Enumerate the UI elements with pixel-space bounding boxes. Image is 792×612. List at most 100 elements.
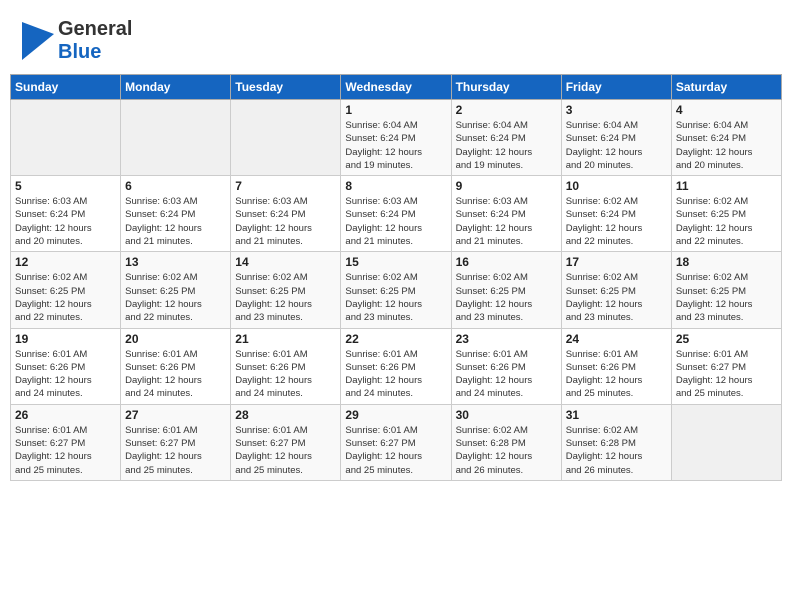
day-number: 28 — [235, 408, 336, 422]
day-info: Sunrise: 6:04 AM Sunset: 6:24 PM Dayligh… — [566, 119, 667, 172]
day-info: Sunrise: 6:02 AM Sunset: 6:25 PM Dayligh… — [456, 271, 557, 324]
day-info: Sunrise: 6:01 AM Sunset: 6:27 PM Dayligh… — [125, 424, 226, 477]
day-info: Sunrise: 6:04 AM Sunset: 6:24 PM Dayligh… — [456, 119, 557, 172]
calendar-cell: 11 Sunrise: 6:02 AM Sunset: 6:25 PM Dayli… — [671, 176, 781, 252]
calendar-cell: 26Sunrise: 6:01 AM Sunset: 6:27 PM Dayli… — [11, 404, 121, 480]
calendar-cell — [671, 404, 781, 480]
day-info: Sunrise: 6:04 AM Sunset: 6:24 PM Dayligh… — [345, 119, 446, 172]
day-info: Sunrise: 6:02 AM Sunset: 6:24 PM Dayligh… — [566, 195, 667, 248]
calendar-cell: 4 Sunrise: 6:04 AM Sunset: 6:24 PM Daylig… — [671, 100, 781, 176]
calendar-header-row: SundayMondayTuesdayWednesdayThursdayFrid… — [11, 75, 782, 100]
day-number: 22 — [345, 332, 446, 346]
day-info: Sunrise: 6:03 AM Sunset: 6:24 PM Dayligh… — [235, 195, 336, 248]
day-header-monday: Monday — [121, 75, 231, 100]
day-info: Sunrise: 6:02 AM Sunset: 6:28 PM Dayligh… — [456, 424, 557, 477]
day-info: Sunrise: 6:01 AM Sunset: 6:27 PM Dayligh… — [15, 424, 116, 477]
calendar-cell: 19 Sunrise: 6:01 AM Sunset: 6:26 PM Dayli… — [11, 328, 121, 404]
day-info: Sunrise: 6:01 AM Sunset: 6:26 PM Dayligh… — [456, 348, 557, 401]
calendar-week-1: 1 Sunrise: 6:04 AM Sunset: 6:24 PM Daylig… — [11, 100, 782, 176]
day-info: Sunrise: 6:01 AM Sunset: 6:27 PM Dayligh… — [235, 424, 336, 477]
day-number: 3 — [566, 103, 667, 117]
day-number: 29 — [345, 408, 446, 422]
day-number: 9 — [456, 179, 557, 193]
calendar-cell: 2Sunrise: 6:04 AM Sunset: 6:24 PM Daylig… — [451, 100, 561, 176]
logo: GeneralBlue — [22, 18, 132, 64]
calendar-cell: 16Sunrise: 6:02 AM Sunset: 6:25 PM Dayli… — [451, 252, 561, 328]
day-info: Sunrise: 6:02 AM Sunset: 6:25 PM Dayligh… — [15, 271, 116, 324]
day-header-sunday: Sunday — [11, 75, 121, 100]
day-info: Sunrise: 6:03 AM Sunset: 6:24 PM Dayligh… — [125, 195, 226, 248]
day-number: 12 — [15, 255, 116, 269]
day-number: 20 — [125, 332, 226, 346]
day-info: Sunrise: 6:02 AM Sunset: 6:25 PM Dayligh… — [345, 271, 446, 324]
logo-icon — [22, 22, 54, 60]
day-number: 8 — [345, 179, 446, 193]
day-number: 30 — [456, 408, 557, 422]
logo-general: General — [58, 18, 132, 41]
calendar-week-3: 12 Sunrise: 6:02 AM Sunset: 6:25 PM Dayli… — [11, 252, 782, 328]
calendar-cell: 21 Sunrise: 6:01 AM Sunset: 6:26 PM Dayli… — [231, 328, 341, 404]
day-number: 19 — [15, 332, 116, 346]
day-number: 4 — [676, 103, 777, 117]
calendar-cell: 30 Sunrise: 6:02 AM Sunset: 6:28 PM Dayli… — [451, 404, 561, 480]
calendar-cell: 7 Sunrise: 6:03 AM Sunset: 6:24 PM Daylig… — [231, 176, 341, 252]
day-info: Sunrise: 6:01 AM Sunset: 6:26 PM Dayligh… — [345, 348, 446, 401]
calendar-week-5: 26Sunrise: 6:01 AM Sunset: 6:27 PM Dayli… — [11, 404, 782, 480]
day-number: 23 — [456, 332, 557, 346]
calendar-cell: 24Sunrise: 6:01 AM Sunset: 6:26 PM Dayli… — [561, 328, 671, 404]
calendar-cell: 27 Sunrise: 6:01 AM Sunset: 6:27 PM Dayli… — [121, 404, 231, 480]
day-header-saturday: Saturday — [671, 75, 781, 100]
page-header: GeneralBlue — [10, 10, 782, 70]
day-number: 10 — [566, 179, 667, 193]
calendar-cell: 31 Sunrise: 6:02 AM Sunset: 6:28 PM Dayli… — [561, 404, 671, 480]
day-number: 5 — [15, 179, 116, 193]
calendar-week-2: 5 Sunrise: 6:03 AM Sunset: 6:24 PM Daylig… — [11, 176, 782, 252]
day-info: Sunrise: 6:01 AM Sunset: 6:27 PM Dayligh… — [345, 424, 446, 477]
calendar-cell: 22 Sunrise: 6:01 AM Sunset: 6:26 PM Dayli… — [341, 328, 451, 404]
day-number: 17 — [566, 255, 667, 269]
calendar-cell: 29 Sunrise: 6:01 AM Sunset: 6:27 PM Dayli… — [341, 404, 451, 480]
calendar-cell: 18Sunrise: 6:02 AM Sunset: 6:25 PM Dayli… — [671, 252, 781, 328]
day-info: Sunrise: 6:01 AM Sunset: 6:26 PM Dayligh… — [235, 348, 336, 401]
calendar-cell: 5 Sunrise: 6:03 AM Sunset: 6:24 PM Daylig… — [11, 176, 121, 252]
calendar-cell: 6 Sunrise: 6:03 AM Sunset: 6:24 PM Daylig… — [121, 176, 231, 252]
day-header-thursday: Thursday — [451, 75, 561, 100]
day-info: Sunrise: 6:02 AM Sunset: 6:25 PM Dayligh… — [235, 271, 336, 324]
day-number: 25 — [676, 332, 777, 346]
day-info: Sunrise: 6:04 AM Sunset: 6:24 PM Dayligh… — [676, 119, 777, 172]
day-number: 1 — [345, 103, 446, 117]
day-header-friday: Friday — [561, 75, 671, 100]
day-info: Sunrise: 6:02 AM Sunset: 6:25 PM Dayligh… — [566, 271, 667, 324]
day-number: 21 — [235, 332, 336, 346]
day-number: 15 — [345, 255, 446, 269]
day-info: Sunrise: 6:02 AM Sunset: 6:25 PM Dayligh… — [676, 195, 777, 248]
calendar-cell: 10 Sunrise: 6:02 AM Sunset: 6:24 PM Dayli… — [561, 176, 671, 252]
calendar-cell: 8 Sunrise: 6:03 AM Sunset: 6:24 PM Daylig… — [341, 176, 451, 252]
day-info: Sunrise: 6:01 AM Sunset: 6:26 PM Dayligh… — [15, 348, 116, 401]
day-number: 7 — [235, 179, 336, 193]
calendar-week-4: 19 Sunrise: 6:01 AM Sunset: 6:26 PM Dayli… — [11, 328, 782, 404]
day-number: 27 — [125, 408, 226, 422]
logo-inner: GeneralBlue — [22, 18, 132, 64]
day-number: 6 — [125, 179, 226, 193]
day-header-wednesday: Wednesday — [341, 75, 451, 100]
calendar-cell: 15 Sunrise: 6:02 AM Sunset: 6:25 PM Dayli… — [341, 252, 451, 328]
calendar-cell: 3 Sunrise: 6:04 AM Sunset: 6:24 PM Daylig… — [561, 100, 671, 176]
calendar-cell: 14Sunrise: 6:02 AM Sunset: 6:25 PM Dayli… — [231, 252, 341, 328]
day-number: 11 — [676, 179, 777, 193]
calendar-table: SundayMondayTuesdayWednesdayThursdayFrid… — [10, 74, 782, 481]
day-number: 31 — [566, 408, 667, 422]
day-info: Sunrise: 6:01 AM Sunset: 6:27 PM Dayligh… — [676, 348, 777, 401]
day-header-tuesday: Tuesday — [231, 75, 341, 100]
day-number: 18 — [676, 255, 777, 269]
calendar-cell: 13Sunrise: 6:02 AM Sunset: 6:25 PM Dayli… — [121, 252, 231, 328]
day-info: Sunrise: 6:03 AM Sunset: 6:24 PM Dayligh… — [15, 195, 116, 248]
day-info: Sunrise: 6:02 AM Sunset: 6:28 PM Dayligh… — [566, 424, 667, 477]
calendar-cell: 28 Sunrise: 6:01 AM Sunset: 6:27 PM Dayli… — [231, 404, 341, 480]
day-info: Sunrise: 6:01 AM Sunset: 6:26 PM Dayligh… — [125, 348, 226, 401]
day-number: 24 — [566, 332, 667, 346]
calendar-cell — [121, 100, 231, 176]
calendar-cell: 1 Sunrise: 6:04 AM Sunset: 6:24 PM Daylig… — [341, 100, 451, 176]
day-info: Sunrise: 6:03 AM Sunset: 6:24 PM Dayligh… — [345, 195, 446, 248]
calendar-cell: 25 Sunrise: 6:01 AM Sunset: 6:27 PM Dayli… — [671, 328, 781, 404]
